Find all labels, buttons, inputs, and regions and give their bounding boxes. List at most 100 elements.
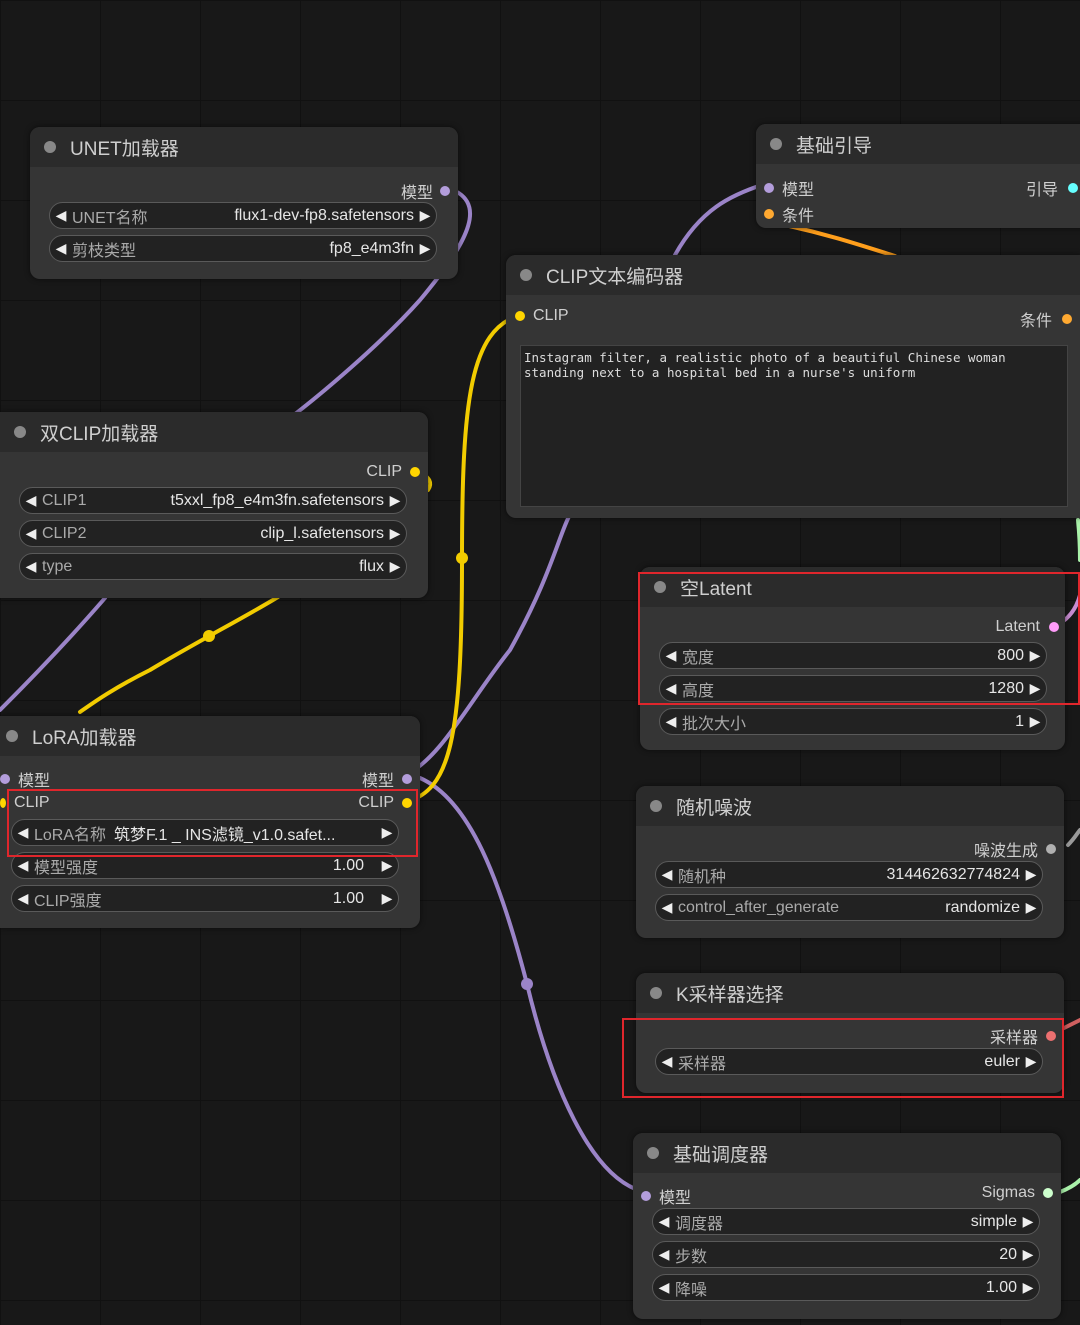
- decrement-arrow-icon[interactable]: ◀: [660, 713, 682, 730]
- widget-height[interactable]: ◀ 高度 1280 ▶: [659, 675, 1047, 702]
- widget-control-after-generate[interactable]: ◀ control_after_generate randomize ▶: [655, 894, 1043, 921]
- increment-arrow-icon[interactable]: ▶: [1020, 1053, 1042, 1070]
- widget-denoise[interactable]: ◀ 降噪 1.00 ▶: [652, 1274, 1040, 1301]
- output-slot-conditioning[interactable]: 条件: [1020, 307, 1072, 331]
- slot-dot-icon[interactable]: [0, 798, 6, 808]
- node-header[interactable]: 基础引导: [756, 124, 1080, 164]
- ksampler-select-node[interactable]: K采样器选择 采样器 ◀ 采样器 euler ▶: [636, 973, 1064, 1093]
- widget-clip1[interactable]: ◀ CLIP1 t5xxl_fp8_e4m3fn.safetensors ▶: [19, 487, 407, 514]
- decrement-arrow-icon[interactable]: ◀: [50, 240, 72, 257]
- decrement-arrow-icon[interactable]: ◀: [653, 1246, 675, 1263]
- increment-arrow-icon[interactable]: ▶: [1017, 1279, 1039, 1296]
- slot-dot-icon[interactable]: [1046, 844, 1056, 854]
- collapse-dot-icon[interactable]: [14, 426, 26, 438]
- increment-arrow-icon[interactable]: ▶: [384, 525, 406, 542]
- widget-batch-size[interactable]: ◀ 批次大小 1 ▶: [659, 708, 1047, 735]
- widget-clip2[interactable]: ◀ CLIP2 clip_l.safetensors ▶: [19, 520, 407, 547]
- slot-dot-icon[interactable]: [1043, 1188, 1053, 1198]
- node-header[interactable]: UNET加载器: [30, 127, 458, 167]
- decrement-arrow-icon[interactable]: ◀: [656, 866, 678, 883]
- slot-dot-icon[interactable]: [410, 467, 420, 477]
- collapse-dot-icon[interactable]: [520, 269, 532, 281]
- increment-arrow-icon[interactable]: ▶: [1024, 647, 1046, 664]
- decrement-arrow-icon[interactable]: ◀: [653, 1213, 675, 1230]
- decrement-arrow-icon[interactable]: ◀: [660, 647, 682, 664]
- prompt-textarea[interactable]: Instagram filter, a realistic photo of a…: [520, 345, 1068, 507]
- input-slot-model[interactable]: 模型: [641, 1184, 691, 1208]
- increment-arrow-icon[interactable]: ▶: [384, 558, 406, 575]
- decrement-arrow-icon[interactable]: ◀: [656, 1053, 678, 1070]
- widget-seed[interactable]: ◀ 随机种 314462632774824 ▶: [655, 861, 1043, 888]
- increment-arrow-icon[interactable]: ▶: [1020, 899, 1042, 916]
- decrement-arrow-icon[interactable]: ◀: [50, 207, 72, 224]
- slot-dot-icon[interactable]: [402, 798, 412, 808]
- random-noise-node[interactable]: 随机噪波 噪波生成 ◀ 随机种 314462632774824 ▶ ◀ cont…: [636, 786, 1064, 938]
- output-slot-model[interactable]: 模型: [362, 767, 412, 791]
- slot-dot-icon[interactable]: [0, 774, 10, 784]
- basic-guider-node[interactable]: 基础引导 模型 条件 引导: [756, 124, 1080, 228]
- widget-unet-name[interactable]: ◀ UNET名称 flux1-dev-fp8.safetensors ▶: [49, 202, 437, 229]
- unet-loader-node[interactable]: UNET加载器 模型 ◀ UNET名称 flux1-dev-fp8.safete…: [30, 127, 458, 279]
- output-slot-sigmas[interactable]: Sigmas: [982, 1184, 1053, 1202]
- dual-clip-loader-node[interactable]: 双CLIP加载器 CLIP ◀ CLIP1 t5xxl_fp8_e4m3fn.s…: [0, 412, 428, 598]
- increment-arrow-icon[interactable]: ▶: [1024, 680, 1046, 697]
- node-header[interactable]: CLIP文本编码器: [506, 255, 1080, 295]
- collapse-dot-icon[interactable]: [650, 800, 662, 812]
- increment-arrow-icon[interactable]: ▶: [376, 824, 398, 841]
- slot-dot-icon[interactable]: [440, 186, 450, 196]
- increment-arrow-icon[interactable]: ▶: [1024, 713, 1046, 730]
- output-slot-guider[interactable]: 引导: [1026, 176, 1079, 200]
- input-slot-clip[interactable]: CLIP: [515, 307, 569, 325]
- empty-latent-node[interactable]: 空Latent Latent ◀ 宽度 800 ▶ ◀ 高度 1280 ▶ ◀ …: [640, 567, 1065, 750]
- node-header[interactable]: K采样器选择: [636, 973, 1064, 1013]
- decrement-arrow-icon[interactable]: ◀: [20, 525, 42, 542]
- widget-weight-dtype[interactable]: ◀ 剪枝类型 fp8_e4m3fn ▶: [49, 235, 437, 262]
- widget-scheduler[interactable]: ◀ 调度器 simple ▶: [652, 1208, 1040, 1235]
- slot-dot-icon[interactable]: [515, 311, 525, 321]
- increment-arrow-icon[interactable]: ▶: [376, 857, 398, 874]
- decrement-arrow-icon[interactable]: ◀: [20, 492, 42, 509]
- decrement-arrow-icon[interactable]: ◀: [653, 1279, 675, 1296]
- increment-arrow-icon[interactable]: ▶: [376, 890, 398, 907]
- slot-dot-icon[interactable]: [764, 183, 774, 193]
- decrement-arrow-icon[interactable]: ◀: [660, 680, 682, 697]
- decrement-arrow-icon[interactable]: ◀: [12, 857, 34, 874]
- increment-arrow-icon[interactable]: ▶: [1017, 1246, 1039, 1263]
- decrement-arrow-icon[interactable]: ◀: [20, 558, 42, 575]
- collapse-dot-icon[interactable]: [647, 1147, 659, 1159]
- input-slot-conditioning[interactable]: 条件: [764, 202, 814, 226]
- widget-sampler-name[interactable]: ◀ 采样器 euler ▶: [655, 1048, 1043, 1075]
- clip-text-encoder-node[interactable]: CLIP文本编码器 CLIP 条件 Instagram filter, a re…: [506, 255, 1080, 518]
- decrement-arrow-icon[interactable]: ◀: [12, 890, 34, 907]
- increment-arrow-icon[interactable]: ▶: [414, 240, 436, 257]
- widget-model-strength[interactable]: ◀ 模型强度 1.00 ▶: [11, 852, 399, 879]
- slot-dot-icon[interactable]: [1046, 1031, 1056, 1041]
- node-header[interactable]: LoRA加载器: [0, 716, 420, 756]
- widget-clip-strength[interactable]: ◀ CLIP强度 1.00 ▶: [11, 885, 399, 912]
- increment-arrow-icon[interactable]: ▶: [1020, 866, 1042, 883]
- lora-loader-node[interactable]: LoRA加载器 模型 CLIP 模型 CLIP ◀ LoRA名称 筑梦F.1 _…: [0, 716, 420, 928]
- collapse-dot-icon[interactable]: [654, 581, 666, 593]
- collapse-dot-icon[interactable]: [650, 987, 662, 999]
- node-header[interactable]: 基础调度器: [633, 1133, 1061, 1173]
- output-slot-latent[interactable]: Latent: [996, 618, 1059, 636]
- slot-dot-icon[interactable]: [1049, 622, 1059, 632]
- output-slot-clip[interactable]: CLIP: [358, 794, 412, 812]
- decrement-arrow-icon[interactable]: ◀: [12, 824, 34, 841]
- widget-width[interactable]: ◀ 宽度 800 ▶: [659, 642, 1047, 669]
- widget-steps[interactable]: ◀ 步数 20 ▶: [652, 1241, 1040, 1268]
- output-slot-noise[interactable]: 噪波生成: [974, 837, 1056, 861]
- collapse-dot-icon[interactable]: [44, 141, 56, 153]
- node-header[interactable]: 双CLIP加载器: [0, 412, 428, 452]
- slot-dot-icon[interactable]: [402, 774, 412, 784]
- slot-dot-icon[interactable]: [641, 1191, 651, 1201]
- node-header[interactable]: 随机噪波: [636, 786, 1064, 826]
- output-slot-clip[interactable]: CLIP: [366, 463, 420, 481]
- widget-type[interactable]: ◀ type flux ▶: [19, 553, 407, 580]
- basic-scheduler-node[interactable]: 基础调度器 模型 Sigmas ◀ 调度器 simple ▶ ◀ 步数 20 ▶…: [633, 1133, 1061, 1319]
- collapse-dot-icon[interactable]: [770, 138, 782, 150]
- increment-arrow-icon[interactable]: ▶: [414, 207, 436, 224]
- decrement-arrow-icon[interactable]: ◀: [656, 899, 678, 916]
- node-header[interactable]: 空Latent: [640, 567, 1065, 607]
- widget-lora-name[interactable]: ◀ LoRA名称 筑梦F.1 _ INS滤镜_v1.0.safet... ▶: [11, 819, 399, 846]
